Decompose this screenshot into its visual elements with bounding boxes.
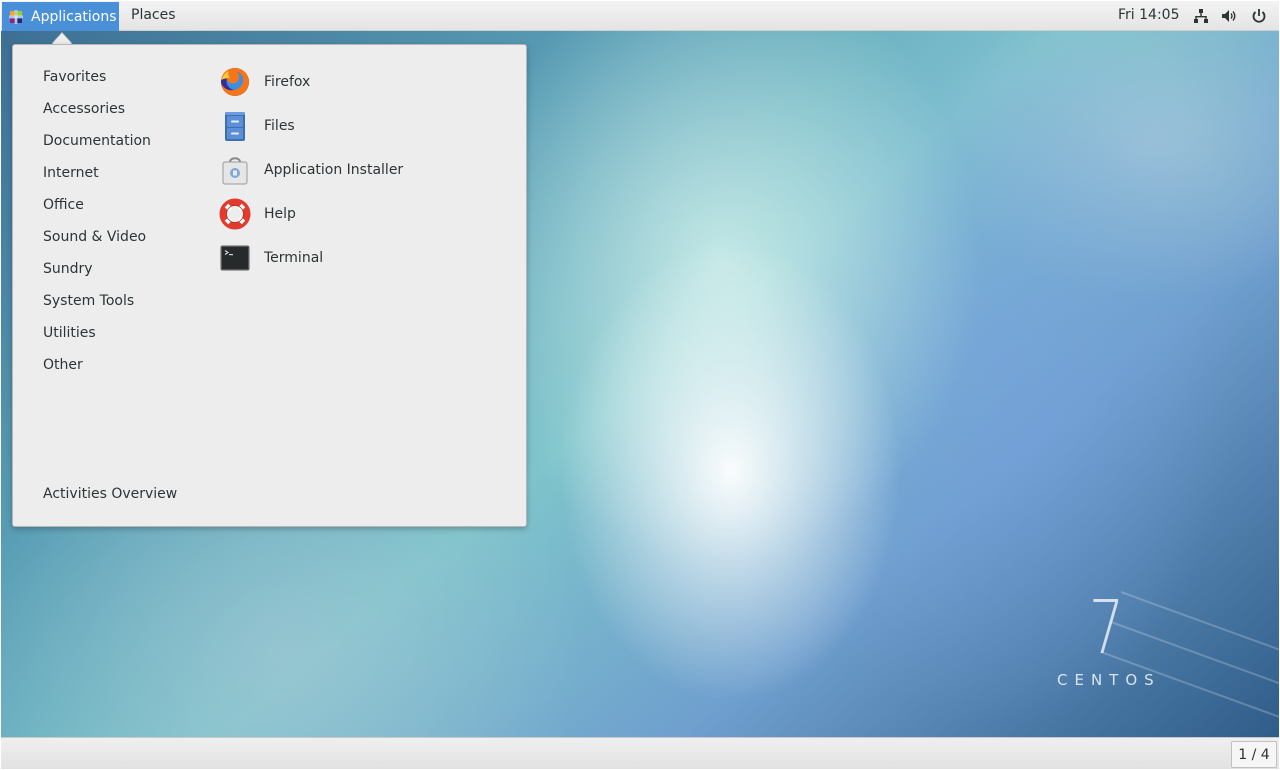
category-sundry[interactable]: Sundry (43, 260, 93, 278)
software-installer-icon (222, 157, 248, 185)
applications-menu-popup: Favorites Accessories Documentation Inte… (12, 44, 527, 527)
applications-menu-button[interactable]: Applications (2, 2, 119, 31)
category-office[interactable]: Office (43, 196, 84, 214)
app-label: Terminal (264, 250, 324, 266)
category-sound-video[interactable]: Sound & Video (43, 228, 146, 246)
logo-wordmark: CENTOS (1057, 671, 1161, 689)
terminal-icon (220, 245, 250, 271)
volume-icon[interactable] (1221, 8, 1237, 24)
category-favorites[interactable]: Favorites (43, 68, 106, 86)
top-panel: Applications Places Fri 14:05 (1, 1, 1279, 31)
applications-menu-label: Applications (31, 8, 117, 25)
activities-overview-link[interactable]: Activities Overview (43, 486, 177, 502)
help-lifebuoy-icon (219, 198, 251, 230)
category-system-tools[interactable]: System Tools (43, 292, 134, 310)
centos-icon (9, 9, 23, 24)
logo-version-number: 7 (1088, 585, 1125, 671)
category-internet[interactable]: Internet (43, 164, 99, 182)
network-icon[interactable] (1193, 8, 1209, 24)
clock[interactable]: Fri 14:05 (1118, 7, 1179, 23)
category-utilities[interactable]: Utilities (43, 324, 96, 342)
app-label: Application Installer (264, 162, 404, 178)
centos-logo: 7 CENTOS (1041, 591, 1171, 691)
app-help[interactable]: Help (219, 196, 509, 232)
category-other[interactable]: Other (43, 356, 83, 374)
app-terminal[interactable]: Terminal (219, 240, 509, 276)
app-label: Help (264, 206, 296, 222)
places-menu-button[interactable]: Places (131, 7, 176, 23)
firefox-icon (221, 67, 249, 96)
category-documentation[interactable]: Documentation (43, 132, 151, 150)
power-icon[interactable] (1251, 8, 1267, 24)
category-accessories[interactable]: Accessories (43, 100, 125, 118)
app-application-installer[interactable]: Application Installer (219, 152, 509, 188)
workspace-indicator[interactable]: 1 / 4 (1231, 741, 1277, 768)
app-firefox[interactable]: Firefox (219, 64, 509, 100)
bottom-panel: 1 / 4 (1, 737, 1279, 769)
app-files[interactable]: Files (219, 108, 509, 144)
files-icon (225, 112, 245, 141)
app-label: Files (264, 118, 295, 134)
menu-pointer-caret (52, 33, 72, 44)
app-label: Firefox (264, 74, 311, 90)
